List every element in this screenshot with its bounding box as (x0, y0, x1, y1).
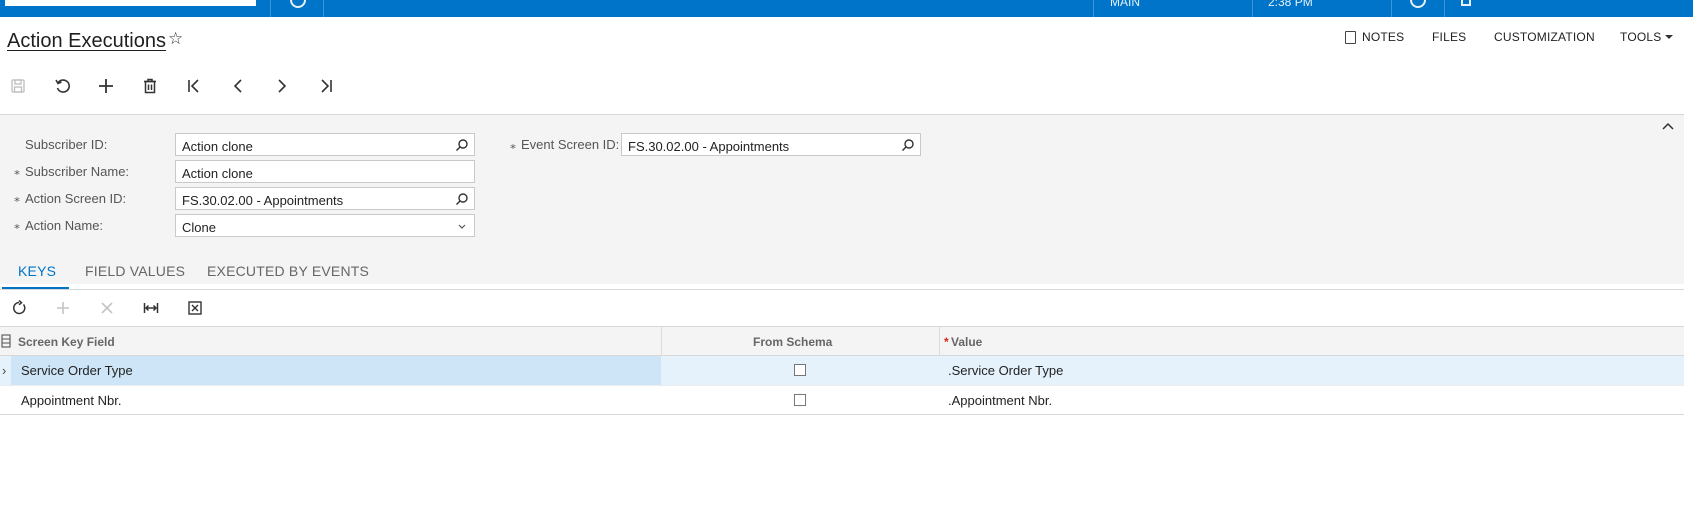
divider (1391, 0, 1392, 17)
divider (1444, 0, 1445, 17)
action-screen-id-value: FS.30.02.00 - Appointments (182, 193, 344, 208)
customization-button[interactable]: CUSTOMIZATION (1494, 30, 1595, 44)
table-row[interactable]: Appointment Nbr. .Appointment Nbr. (0, 385, 1684, 414)
search-icon[interactable] (455, 192, 469, 206)
action-name-value: Clone (182, 220, 216, 235)
from-schema-checkbox[interactable] (794, 364, 806, 376)
required-marker: ⁎ (14, 218, 20, 232)
action-screen-id-field[interactable]: FS.30.02.00 - Appointments (175, 187, 475, 210)
column-divider (661, 327, 662, 355)
delete-icon (144, 78, 156, 94)
add-icon (99, 79, 113, 93)
excel-icon (188, 301, 202, 315)
value-cell[interactable]: .Service Order Type (948, 363, 1063, 378)
divider (1093, 0, 1094, 17)
keys-grid: Screen Key Field From Schema * Value › S… (0, 326, 1684, 415)
tab-executed-by-events[interactable]: EXECUTED BY EVENTS (207, 263, 369, 279)
next-record-button[interactable] (272, 76, 292, 96)
undo-button[interactable] (52, 76, 72, 96)
value-cell[interactable]: .Appointment Nbr. (948, 393, 1052, 408)
previous-record-button[interactable] (228, 76, 248, 96)
subscriber-name-label: Subscriber Name: (25, 164, 130, 179)
export-excel-button[interactable] (186, 299, 204, 317)
close-icon (101, 302, 113, 314)
page-title: Action Executions (7, 30, 166, 52)
refresh-icon (13, 300, 26, 315)
global-search-input[interactable] (5, 0, 256, 6)
first-icon (188, 79, 199, 93)
add-icon (57, 302, 69, 314)
action-screen-id-label: Action Screen ID: (25, 191, 127, 206)
divider (1252, 0, 1253, 17)
chevron-down-icon (1665, 35, 1673, 39)
column-header-value[interactable]: Value (951, 335, 982, 349)
event-screen-id-label: Event Screen ID: (521, 137, 620, 152)
next-icon (278, 79, 287, 93)
undo-icon (55, 79, 70, 93)
required-marker: ⁎ (14, 164, 20, 178)
grid-header: Screen Key Field From Schema * Value (0, 327, 1684, 356)
tab-field-values[interactable]: FIELD VALUES (85, 263, 185, 279)
last-record-button[interactable] (316, 76, 336, 96)
subscriber-name-value: Action clone (182, 166, 253, 181)
column-header-from-schema[interactable]: From Schema (753, 335, 832, 349)
delete-row-button[interactable] (98, 299, 116, 317)
save-icon (11, 79, 25, 93)
subscriber-name-field[interactable]: Action clone (175, 160, 475, 183)
subscriber-id-value: Action clone (182, 139, 253, 154)
column-divider (939, 327, 940, 355)
divider (323, 0, 324, 17)
current-row-indicator-icon: › (2, 363, 7, 378)
top-navigation-bar: MAIN 2:38 PM (0, 0, 1693, 17)
first-record-button[interactable] (184, 76, 204, 96)
table-row[interactable]: › Service Order Type .Service Order Type (0, 356, 1684, 385)
required-marker: ⁎ (510, 138, 516, 152)
branch-selector[interactable]: MAIN (1110, 0, 1140, 9)
save-button[interactable] (8, 76, 28, 96)
add-row-button[interactable] (54, 299, 72, 317)
notes-button[interactable]: NOTES (1362, 30, 1404, 44)
screen-key-field-cell[interactable]: Appointment Nbr. (21, 393, 121, 408)
previous-icon (233, 79, 242, 93)
notes-icon (1345, 31, 1356, 44)
refresh-button[interactable] (10, 299, 28, 317)
user-menu-icon[interactable] (1461, 0, 1471, 6)
screen-key-field-cell[interactable]: Service Order Type (21, 363, 133, 378)
subscriber-id-label: Subscriber ID: (25, 137, 108, 152)
delete-button[interactable] (140, 76, 160, 96)
date-time-selector[interactable]: 2:38 PM (1268, 0, 1313, 9)
search-icon[interactable] (901, 138, 915, 152)
required-marker: * (944, 335, 949, 349)
column-settings-icon[interactable] (1, 334, 11, 348)
action-name-select[interactable]: Clone (175, 214, 475, 237)
action-name-label: Action Name: (25, 218, 104, 233)
add-button[interactable] (96, 76, 116, 96)
fit-to-screen-button[interactable] (142, 299, 160, 317)
event-screen-id-field[interactable]: FS.30.02.00 - Appointments (621, 133, 921, 156)
divider (270, 0, 271, 17)
divider (0, 289, 1684, 290)
subscriber-id-field[interactable]: Action clone (175, 133, 475, 156)
from-schema-checkbox[interactable] (794, 394, 806, 406)
files-button[interactable]: FILES (1432, 30, 1466, 44)
tools-button[interactable]: TOOLS (1620, 30, 1661, 44)
collapse-chevron-icon[interactable] (1660, 118, 1676, 134)
history-icon[interactable] (290, 0, 306, 8)
event-screen-id-value: FS.30.02.00 - Appointments (628, 139, 790, 154)
column-header-screen-key-field[interactable]: Screen Key Field (18, 335, 115, 349)
tab-keys[interactable]: KEYS (18, 263, 56, 279)
favorite-star-icon[interactable]: ☆ (168, 29, 183, 49)
search-icon[interactable] (455, 138, 469, 152)
chevron-down-icon[interactable] (455, 219, 469, 233)
fit-width-icon (143, 303, 159, 313)
required-marker: ⁎ (14, 191, 20, 205)
last-icon (321, 79, 332, 93)
help-icon[interactable] (1410, 0, 1426, 8)
